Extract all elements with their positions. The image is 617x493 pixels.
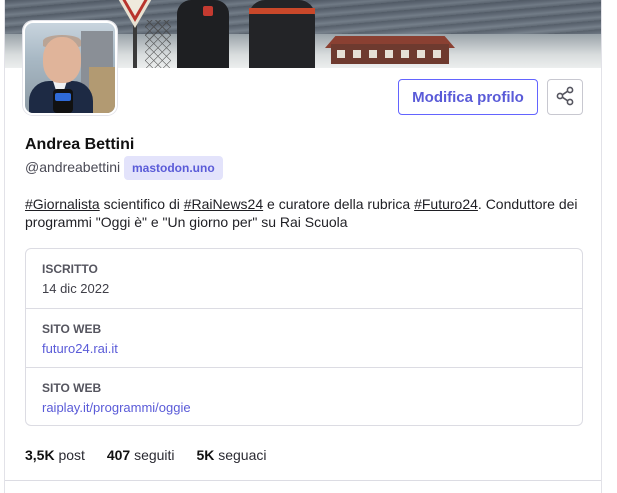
edit-profile-button[interactable]: Modifica profilo [398, 79, 538, 115]
posts-label: post [58, 447, 85, 463]
posts-count: 3,5K [25, 447, 55, 463]
website-link[interactable]: futuro24.rai.it [42, 341, 118, 356]
field-joined: ISCRITTO 14 dic 2022 [26, 249, 582, 308]
hashtag-link[interactable]: #RaiNews24 [184, 196, 263, 212]
followers-stat[interactable]: 5K seguaci [196, 447, 266, 463]
divider [5, 480, 601, 481]
account-handle: @andreabettini [25, 159, 121, 175]
followers-label: seguaci [218, 447, 267, 463]
display-name: Andrea Bettini [25, 136, 135, 153]
field-label: ISCRITTO [42, 262, 98, 276]
profile-bio: #Giornalista scientifico di #RaiNews24 e… [25, 195, 585, 231]
following-stat[interactable]: 407 seguiti [107, 447, 175, 463]
bio-text: e curatore della rubrica [263, 196, 415, 212]
profile-fields: ISCRITTO 14 dic 2022 SITO WEB futuro24.r… [25, 248, 583, 426]
share-icon [555, 86, 575, 109]
hashtag-link[interactable]: #Futuro24 [414, 196, 478, 212]
share-button[interactable] [547, 79, 583, 115]
following-count: 407 [106, 447, 131, 463]
field-label: SITO WEB [42, 381, 102, 395]
profile-stats: 3,5K post 407 seguiti 5K seguaci [25, 447, 285, 463]
posts-stat[interactable]: 3,5K post [25, 447, 85, 463]
field-value: 14 dic 2022 [42, 281, 110, 296]
followers-count: 5K [196, 447, 215, 463]
field-website: SITO WEB raiplay.it/programmi/oggie [26, 367, 582, 426]
hashtag-link[interactable]: #Giornalista [25, 196, 100, 212]
bio-text: scientifico di [99, 196, 184, 212]
website-link[interactable]: raiplay.it/programmi/oggie [42, 400, 191, 415]
profile-card: Modifica profilo Andrea Bettini @andreab… [4, 0, 602, 493]
field-label: SITO WEB [42, 322, 102, 336]
server-badge[interactable]: mastodon.uno [124, 156, 223, 180]
field-website: SITO WEB futuro24.rai.it [26, 308, 582, 367]
following-label: seguiti [134, 447, 175, 463]
avatar[interactable] [23, 21, 117, 115]
